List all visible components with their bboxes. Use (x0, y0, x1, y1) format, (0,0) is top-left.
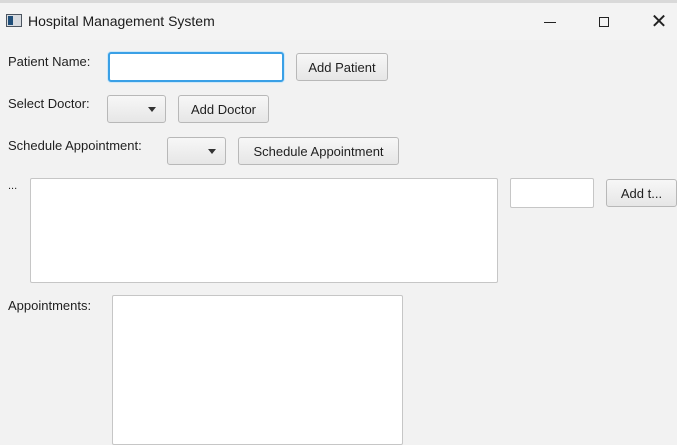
add-truncated-button[interactable]: Add t... (606, 179, 677, 207)
chevron-down-icon (148, 107, 156, 112)
maximize-icon (599, 17, 609, 27)
add-doctor-button[interactable]: Add Doctor (178, 95, 269, 123)
doctor-select[interactable] (107, 95, 166, 123)
appointments-label: Appointments: (8, 298, 92, 313)
window-title: Hospital Management System (28, 13, 215, 29)
patient-name-label: Patient Name: (8, 54, 91, 69)
side-input[interactable] (510, 178, 594, 208)
appointments-list[interactable] (112, 295, 403, 445)
schedule-appointment-button[interactable]: Schedule Appointment (238, 137, 399, 165)
minimize-button[interactable] (532, 7, 568, 37)
truncated-label: ... (8, 180, 18, 192)
patient-name-input[interactable] (108, 52, 284, 82)
title-bar: Hospital Management System ✕ (0, 0, 677, 40)
notes-textarea[interactable] (30, 178, 498, 283)
add-patient-button[interactable]: Add Patient (296, 53, 388, 81)
close-button[interactable]: ✕ (641, 7, 677, 37)
minimize-icon (544, 21, 556, 23)
maximize-button[interactable] (586, 7, 622, 37)
appointment-select[interactable] (167, 137, 226, 165)
schedule-appointment-label: Schedule Appointment: (8, 138, 142, 153)
chevron-down-icon (208, 149, 216, 154)
close-icon: ✕ (650, 11, 668, 33)
app-window-icon (6, 14, 22, 27)
select-doctor-label: Select Doctor: (8, 96, 90, 111)
